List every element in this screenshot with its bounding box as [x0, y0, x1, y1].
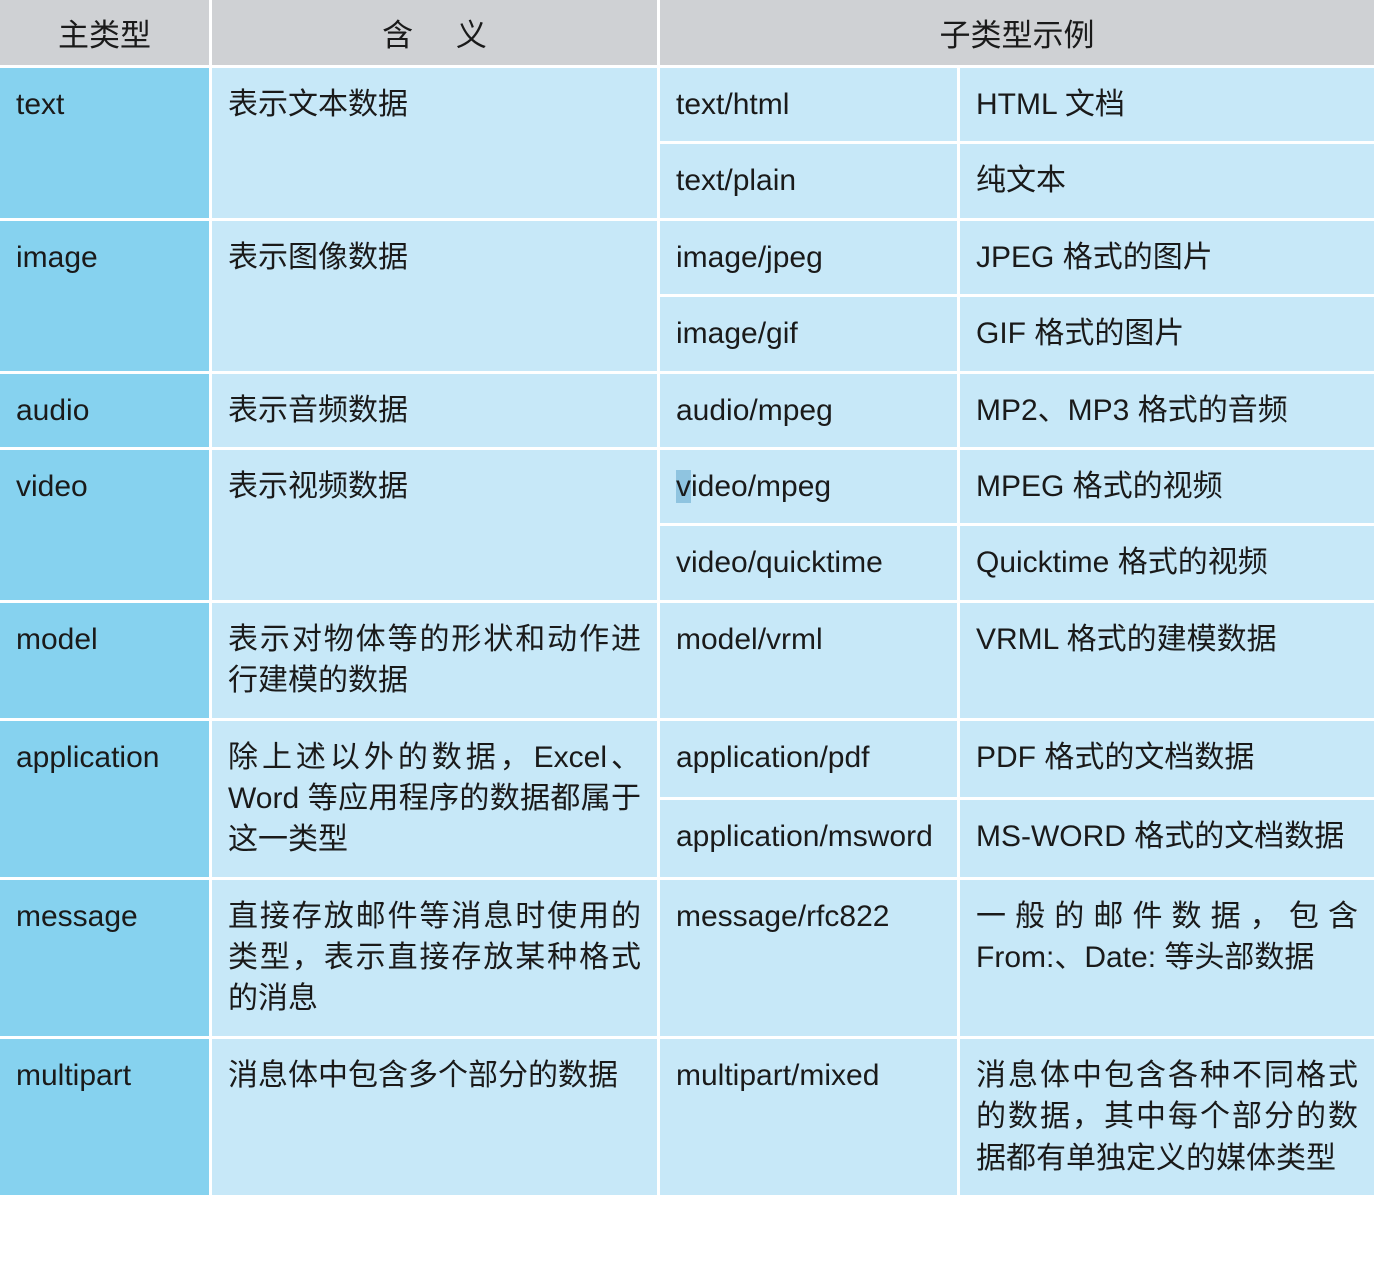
cell-subtype: video/mpeg — [660, 449, 960, 527]
table-row: audio 表示音频数据 audio/mpeg MP2、MP3 格式的音频 — [0, 373, 1374, 450]
selected-text-fragment: v — [676, 469, 691, 503]
table-row: multipart 消息体中包含多个部分的数据 multipart/mixed … — [0, 1038, 1374, 1199]
bottom-spacer — [0, 1198, 1374, 1207]
table-row: model 表示对物体等的形状和动作进行建模的数据 model/vrml VRM… — [0, 602, 1374, 721]
cell-subtype: text/html — [660, 68, 960, 145]
table-row: image 表示图像数据 image/jpeg JPEG 格式的图片 — [0, 220, 1374, 374]
cell-subtype: application/pdf — [660, 720, 960, 801]
column-header-meaning: 含 义 — [212, 0, 660, 68]
table-row: text 表示文本数据 text/html HTML 文档 — [0, 68, 1374, 221]
cell-meaning: 表示音频数据 — [212, 373, 660, 450]
cell-meaning: 表示视频数据 — [212, 449, 660, 603]
cell-subtype-description: MS-WORD 格式的文档数据 — [960, 800, 1374, 880]
cell-meaning: 直接存放邮件等消息时使用的类型，表示直接存放某种格式的消息 — [212, 879, 660, 1039]
cell-subtype: message/rfc822 — [660, 879, 960, 1039]
cell-subtype-description: 纯文本 — [960, 144, 1374, 221]
cell-subtype: video/quicktime — [660, 526, 960, 603]
cell-subtype-description: Quicktime 格式的视频 — [960, 526, 1374, 603]
cell-subtype-description: 消息体中包含各种不同格式的数据，其中每个部分的数据都有单独定义的媒体类型 — [960, 1038, 1374, 1199]
cell-main-type: audio — [0, 373, 212, 450]
cell-subtype-description: VRML 格式的建模数据 — [960, 602, 1374, 721]
cell-subtype: model/vrml — [660, 602, 960, 721]
cell-subtype: audio/mpeg — [660, 373, 960, 450]
table-header-row: 主类型 含 义 子类型示例 — [0, 0, 1374, 68]
cell-meaning: 表示文本数据 — [212, 68, 660, 221]
cell-meaning: 表示对物体等的形状和动作进行建模的数据 — [212, 602, 660, 721]
cell-subtype-description: MPEG 格式的视频 — [960, 449, 1374, 527]
cell-subtype-description: GIF 格式的图片 — [960, 297, 1374, 374]
cell-main-type: text — [0, 68, 212, 221]
cell-meaning: 除上述以外的数据，Excel、Word 等应用程序的数据都属于这一类型 — [212, 720, 660, 880]
cell-subtype-description: HTML 文档 — [960, 68, 1374, 145]
subtype-text-rest: ideo/mpeg — [691, 469, 832, 503]
cell-subtype-description: 一般的邮件数据，包含 From:、Date: 等头部数据 — [960, 879, 1374, 1039]
cell-subtype: multipart/mixed — [660, 1038, 960, 1199]
cell-main-type: image — [0, 220, 212, 374]
cell-meaning: 表示图像数据 — [212, 220, 660, 374]
column-header-main-type: 主类型 — [0, 0, 212, 68]
mime-media-type-table: 主类型 含 义 子类型示例 text 表示文本数据 text/html HTML… — [0, 0, 1374, 1199]
cell-subtype-description: JPEG 格式的图片 — [960, 220, 1374, 298]
cell-main-type: message — [0, 879, 212, 1039]
cell-main-type: application — [0, 720, 212, 880]
cell-main-type: multipart — [0, 1038, 212, 1199]
table-row: video 表示视频数据 video/mpeg MPEG 格式的视频 — [0, 449, 1374, 603]
cell-main-type: video — [0, 449, 212, 603]
cell-subtype-description: PDF 格式的文档数据 — [960, 720, 1374, 801]
cell-subtype: text/plain — [660, 144, 960, 221]
cell-subtype: image/jpeg — [660, 220, 960, 298]
table-row: message 直接存放邮件等消息时使用的类型，表示直接存放某种格式的消息 me… — [0, 879, 1374, 1039]
cell-meaning: 消息体中包含多个部分的数据 — [212, 1038, 660, 1199]
table-row: application 除上述以外的数据，Excel、Word 等应用程序的数据… — [0, 720, 1374, 880]
cell-subtype-description: MP2、MP3 格式的音频 — [960, 373, 1374, 450]
cell-subtype: image/gif — [660, 297, 960, 374]
cell-main-type: model — [0, 602, 212, 721]
cell-subtype: application/msword — [660, 800, 960, 880]
column-header-subtype-examples: 子类型示例 — [660, 0, 1374, 68]
